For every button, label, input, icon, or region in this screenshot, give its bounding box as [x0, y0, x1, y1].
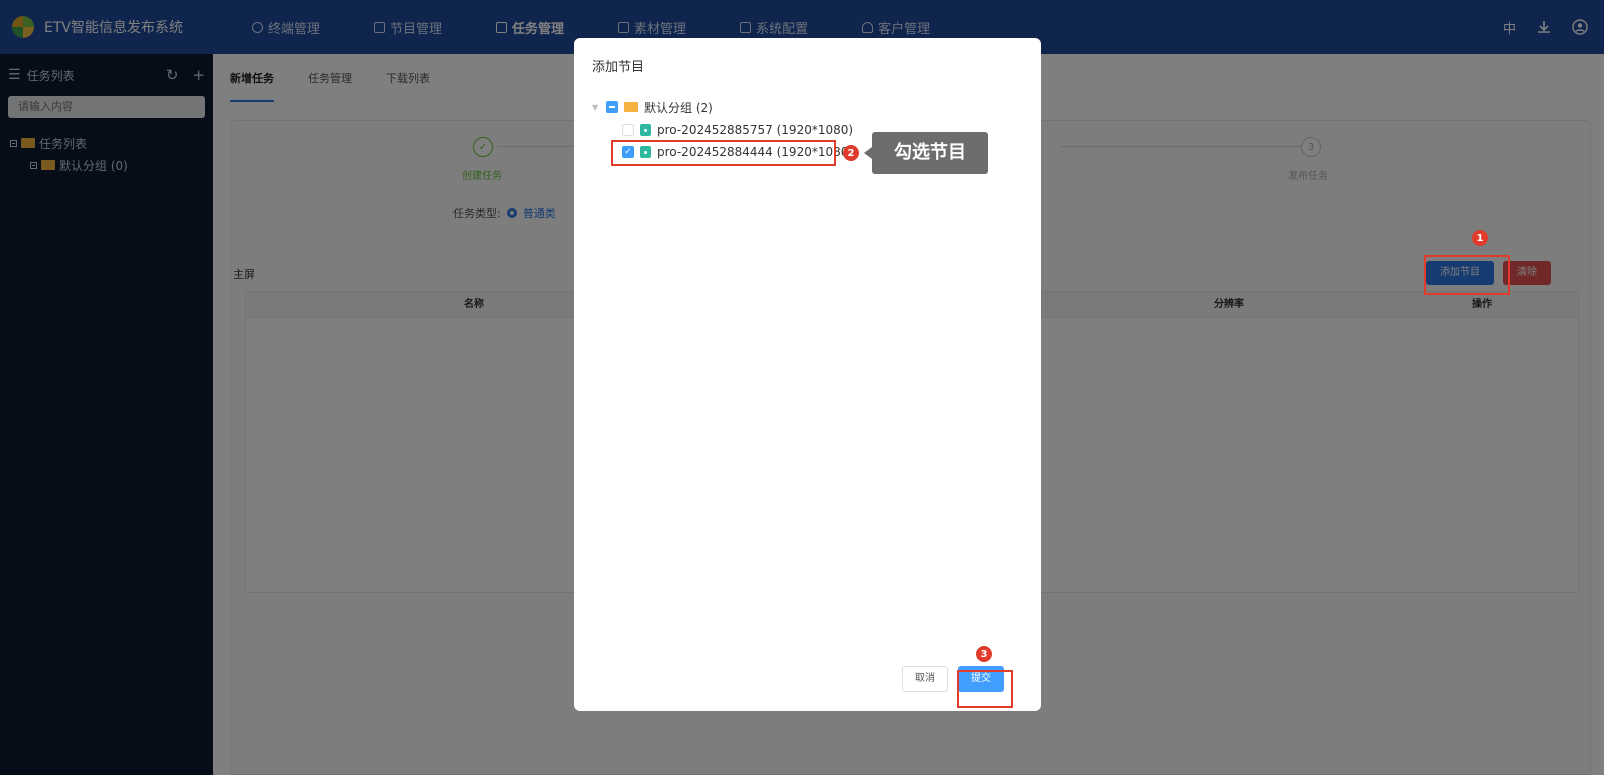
tree-group-row[interactable]: ▼ 默认分组 (2) [592, 98, 713, 116]
annotation-tooltip: 勾选节目 [864, 132, 988, 174]
step-badge-3: 3 [976, 646, 992, 662]
program-icon [640, 124, 651, 136]
cancel-button[interactable]: 取消 [902, 666, 948, 692]
highlight-box [611, 140, 836, 166]
caret-down-icon[interactable]: ▼ [592, 103, 600, 112]
highlight-box [1424, 255, 1510, 295]
group-checkbox[interactable] [606, 101, 618, 113]
dialog-title: 添加节目 [592, 60, 645, 75]
step-badge-2: 2 [843, 145, 859, 161]
program-checkbox[interactable] [622, 124, 634, 136]
highlight-box [957, 670, 1013, 708]
group-label: 默认分组 (2) [644, 100, 713, 115]
step-badge-1: 1 [1472, 230, 1488, 246]
program-row[interactable]: pro-202452885757 (1920*1080) [622, 121, 853, 139]
program-label: pro-202452885757 (1920*1080) [657, 123, 854, 137]
folder-icon [624, 102, 638, 112]
